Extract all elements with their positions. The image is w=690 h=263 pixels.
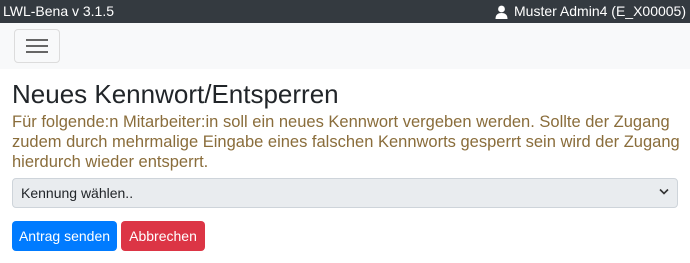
info-text: Für folgende:n Mitarbeiter:in soll ein n… — [12, 113, 680, 171]
navbar — [0, 23, 690, 69]
account-select[interactable]: Kennung wählen.. — [12, 178, 678, 208]
user-label: Muster Admin4 (E_X00005) — [514, 3, 686, 19]
user-menu[interactable]: Muster Admin4 (E_X00005) — [495, 0, 686, 23]
main-content: Neues Kennwort/Entsperren Für folgende:n… — [12, 79, 680, 172]
cancel-button[interactable]: Abbrechen — [121, 221, 205, 251]
chevron-down-icon — [659, 188, 669, 195]
top-bar: LWL-Bena v 3.1.5 Muster Admin4 (E_X00005… — [0, 0, 690, 23]
submit-button[interactable]: Antrag senden — [12, 221, 117, 251]
account-select-value: Kennung wählen.. — [21, 185, 134, 201]
user-icon — [495, 5, 508, 19]
page-title: Neues Kennwort/Entsperren — [12, 79, 339, 109]
app-title: LWL-Bena v 3.1.5 — [3, 3, 115, 19]
hamburger-icon — [26, 39, 48, 53]
menu-toggle-button[interactable] — [14, 29, 60, 63]
